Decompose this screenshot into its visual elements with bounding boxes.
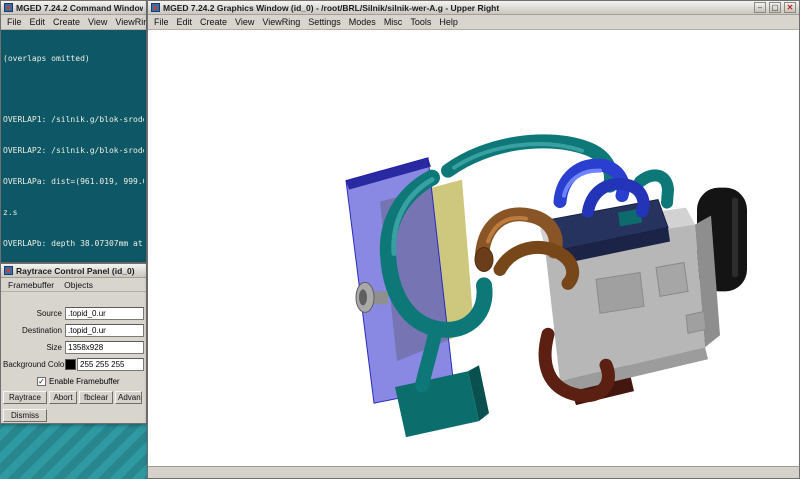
source-label: Source	[3, 309, 65, 318]
command-window-titlebar[interactable]: MGED 7.24.2 Command Window (id_0)	[1, 1, 146, 15]
terminal-line: OVERLAPa: dist=(961.019, 999.0	[3, 177, 144, 187]
graphics-window: MGED 7.24.2 Graphics Window (id_0) - /ro…	[147, 0, 800, 479]
brown-pipe-fitting	[475, 248, 493, 272]
command-window: MGED 7.24.2 Command Window (id_0) File E…	[0, 0, 147, 263]
enable-framebuffer-row: ✓ Enable Framebuffer	[37, 375, 144, 387]
graphics-viewport[interactable]	[148, 30, 799, 466]
engine-block-recess-3	[686, 311, 706, 333]
menu-tools[interactable]: Tools	[406, 16, 435, 28]
destination-input[interactable]: .topid_0.ur	[65, 324, 144, 337]
fbclear-button[interactable]: fbclear	[79, 391, 113, 404]
destination-row: Destination .topid_0.ur	[3, 323, 144, 337]
terminal-line: (overlaps omitted)	[3, 54, 144, 64]
menu-view[interactable]: View	[84, 16, 111, 28]
engine-model	[346, 141, 747, 437]
terminal-line: OVERLAPb: depth 38.07307mm at (	[3, 239, 144, 249]
background-color-label: Background Color	[3, 360, 65, 369]
terminal-line: OVERLAP1: /silnik.g/blok-srodek	[3, 115, 144, 125]
destination-label: Destination	[3, 326, 65, 335]
background-color-swatch[interactable]	[65, 359, 76, 370]
enable-framebuffer-checkbox[interactable]: ✓	[37, 377, 46, 386]
menu-viewring[interactable]: ViewRing	[258, 16, 304, 28]
menu-edit[interactable]: Edit	[26, 16, 50, 28]
maximize-icon[interactable]: ▢	[769, 2, 781, 13]
raytrace-panel-tabs: Framebuffer Objects	[1, 278, 146, 292]
raytrace-control-panel: Raytrace Control Panel (id_0) Framebuffe…	[0, 263, 147, 424]
terminal-line: z.s	[3, 208, 144, 218]
background-color-input[interactable]: 255 255 255	[77, 358, 144, 371]
menu-viewring[interactable]: ViewRing	[111, 16, 146, 28]
raytrace-panel-title: Raytrace Control Panel (id_0)	[16, 266, 143, 276]
raytrace-panel-icon	[4, 266, 13, 275]
size-label: Size	[3, 343, 65, 352]
menu-create[interactable]: Create	[49, 16, 84, 28]
menu-help[interactable]: Help	[435, 16, 462, 28]
mged-window-icon	[4, 3, 13, 12]
enable-framebuffer-label: Enable Framebuffer	[49, 377, 120, 386]
black-cylinder-highlight	[732, 198, 738, 278]
menu-create[interactable]: Create	[196, 16, 231, 28]
graphics-window-title: MGED 7.24.2 Graphics Window (id_0) - /ro…	[163, 3, 751, 13]
menu-edit[interactable]: Edit	[173, 16, 197, 28]
engine-block-recess-2	[656, 262, 688, 296]
menu-modes[interactable]: Modes	[345, 16, 380, 28]
background-color-row: Background Color 255 255 255	[3, 357, 144, 371]
graphics-window-titlebar[interactable]: MGED 7.24.2 Graphics Window (id_0) - /ro…	[148, 1, 799, 15]
abort-button[interactable]: Abort	[49, 391, 77, 404]
menu-file[interactable]: File	[3, 16, 26, 28]
command-terminal[interactable]: (overlaps omitted) OVERLAP1: /silnik.g/b…	[1, 30, 146, 262]
command-window-menubar: File Edit Create View ViewRing Settings	[1, 15, 146, 30]
raytrace-panel-body: Source .topid_0.ur Destination .topid_0.…	[1, 292, 146, 423]
source-row: Source .topid_0.ur	[3, 306, 144, 320]
menu-file[interactable]: File	[150, 16, 173, 28]
raytrace-panel-titlebar[interactable]: Raytrace Control Panel (id_0)	[1, 264, 146, 278]
menu-view[interactable]: View	[231, 16, 258, 28]
minimize-icon[interactable]: –	[754, 2, 766, 13]
tab-framebuffer[interactable]: Framebuffer	[3, 279, 59, 291]
close-icon[interactable]: ✕	[784, 2, 796, 13]
engine-block-recess-1	[596, 272, 644, 313]
engine-model-svg	[148, 30, 799, 466]
tab-objects[interactable]: Objects	[59, 279, 98, 291]
raytrace-buttons-row: Raytrace Abort fbclear Advanced	[3, 391, 144, 404]
dismiss-button[interactable]: Dismiss	[3, 409, 47, 422]
size-input[interactable]: 1358x928	[65, 341, 144, 354]
size-row: Size 1358x928	[3, 340, 144, 354]
command-window-title: MGED 7.24.2 Command Window (id_0)	[16, 3, 143, 13]
mged-window-icon	[151, 3, 160, 12]
menu-settings[interactable]: Settings	[304, 16, 345, 28]
dismiss-row: Dismiss	[3, 409, 144, 423]
source-input[interactable]: .topid_0.ur	[65, 307, 144, 320]
menu-misc[interactable]: Misc	[380, 16, 407, 28]
graphics-window-menubar: File Edit Create View ViewRing Settings …	[148, 15, 799, 30]
terminal-line	[3, 84, 144, 94]
advanced-button[interactable]: Advanced	[115, 391, 142, 404]
graphics-window-footer	[148, 466, 799, 478]
raytrace-button[interactable]: Raytrace	[3, 391, 47, 404]
terminal-line: OVERLAP2: /silnik.g/blok-srodek	[3, 146, 144, 156]
